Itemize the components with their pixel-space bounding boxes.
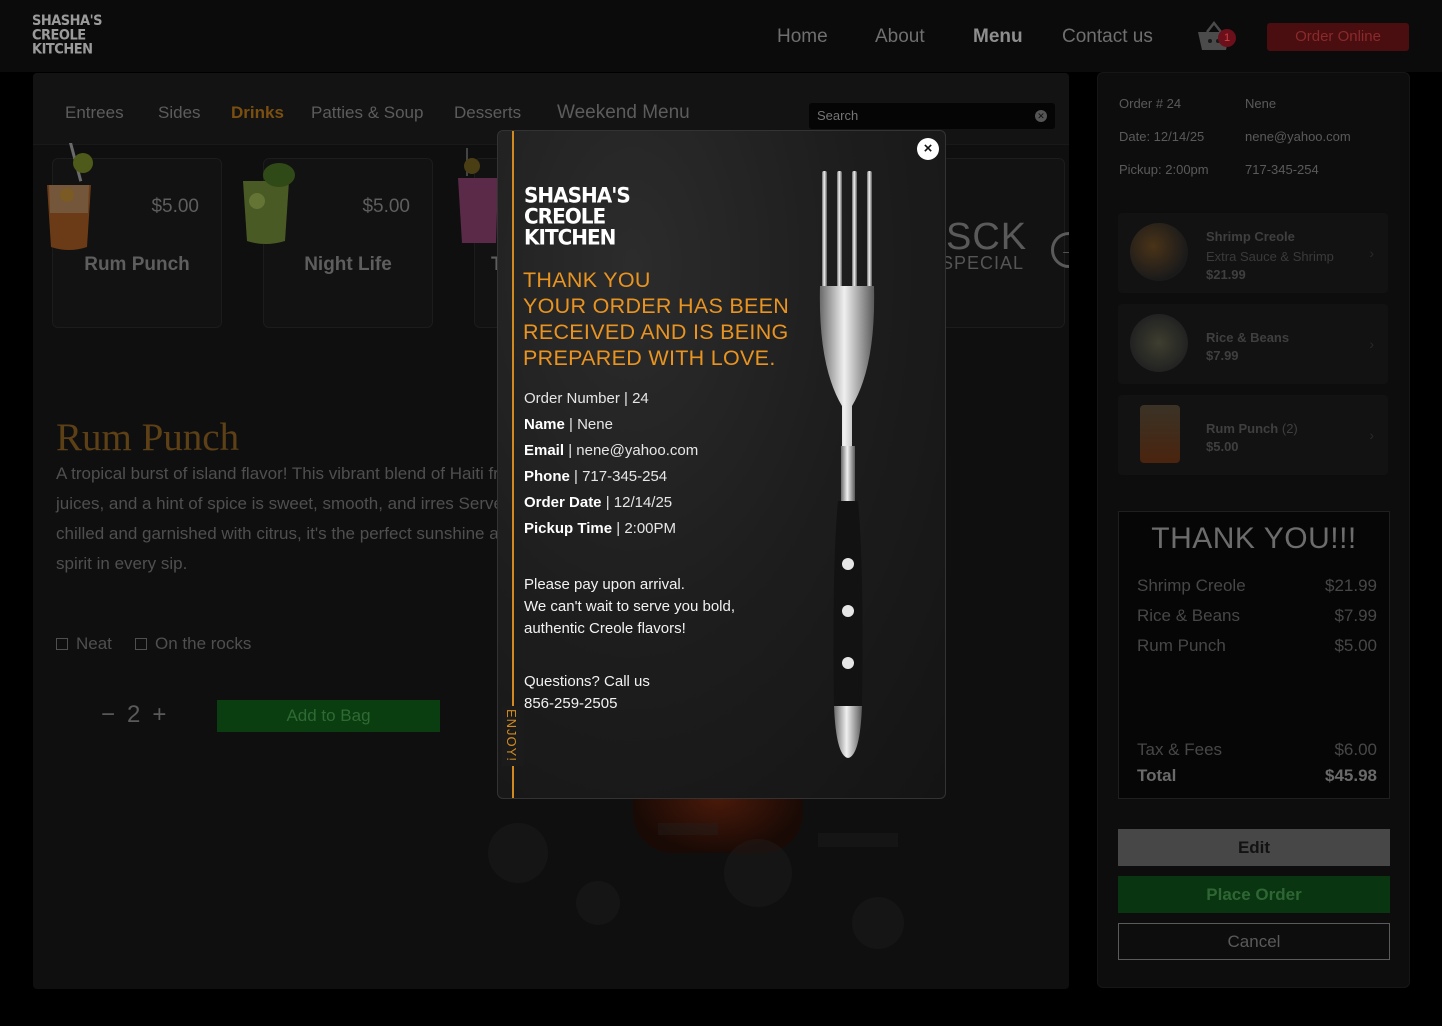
customer-phone: 717-345-254 (1245, 162, 1319, 177)
logo-line-1: SHASHA'S (32, 12, 102, 30)
option-label: Neat (76, 634, 112, 653)
order-date-row: Order Date | 12/14/25 (524, 494, 673, 511)
tab-drinks[interactable]: Drinks (231, 103, 284, 123)
receipt-tax: Tax & Fees $6.00 (1137, 740, 1377, 759)
search-input[interactable] (809, 103, 1029, 128)
tab-weekend-menu[interactable]: Weekend Menu (557, 102, 690, 124)
modal-logo-line-2: CREOLE (524, 203, 606, 229)
tab-entrees[interactable]: Entrees (65, 103, 124, 123)
receipt-line: Rum Punch $5.00 (1137, 636, 1377, 655)
close-icon[interactable]: × (917, 138, 939, 160)
receipt-title: THANK YOU!!! (1151, 522, 1357, 555)
chevron-right-icon[interactable]: › (1369, 427, 1374, 443)
nav-contact[interactable]: Contact us (1062, 26, 1153, 48)
background-pattern-image (488, 823, 904, 949)
cart-count-badge: 1 (1218, 29, 1236, 47)
nav-home[interactable]: Home (777, 26, 828, 48)
item-description: A tropical burst of island flavor! This … (56, 464, 518, 573)
receipt-line: Shrimp Creole $21.99 (1137, 576, 1377, 595)
item-title: Rum Punch (56, 416, 240, 459)
payment-note: Please pay upon arrival. We can't wait t… (524, 576, 736, 637)
card-price: $5.00 (362, 196, 410, 217)
modal-logo-line-1: SHASHA'S (524, 182, 631, 208)
order-number: Order # 24 (1119, 96, 1182, 111)
tab-sides[interactable]: Sides (158, 103, 201, 123)
brand-logo[interactable]: SHASHA'S CREOLE KITCHEN (32, 14, 102, 57)
nav-menu[interactable]: Menu (973, 26, 1023, 48)
customer-name: Nene (1245, 96, 1277, 111)
enjoy-tag: ENJOY! (502, 706, 524, 766)
accent-divider (512, 131, 514, 798)
quantity-value: 2 (127, 701, 141, 728)
questions-label: Questions? Call us (524, 673, 650, 690)
cart-item-name: Rice & Beans (1206, 330, 1290, 345)
contact-info: Questions? Call us 856-259-2505 (524, 671, 650, 715)
cart-item[interactable]: Shrimp Creole Extra Sauce & Shrimp $21.9… (1118, 213, 1388, 293)
chevron-right-icon[interactable]: › (1369, 245, 1374, 261)
add-to-bag-button[interactable]: Add to Bag (217, 700, 440, 732)
name-row: Name | Nene (524, 416, 613, 433)
pickup-time: Pickup: 2:00pm (1119, 162, 1209, 177)
third-drink-image (458, 148, 498, 243)
order-online-button[interactable]: Order Online (1267, 23, 1409, 51)
tab-patties-soup[interactable]: Patties & Soup (311, 103, 423, 123)
modal-logo: SHASHA'S CREOLE KITCHEN (524, 182, 631, 250)
order-sidebar: Order # 24 Nene Date: 12/14/25 nene@yaho… (1097, 72, 1410, 988)
rice-beans-image (1130, 314, 1188, 372)
chevron-right-icon[interactable]: › (1369, 336, 1374, 352)
clear-search-icon[interactable]: ✕ (1035, 110, 1047, 122)
option-label: On the rocks (155, 634, 252, 653)
cancel-button[interactable]: Cancel (1118, 923, 1390, 960)
cart-item-name: Rum Punch (2) (1206, 421, 1298, 436)
cart-item[interactable]: Rice & Beans $7.99 › (1118, 304, 1388, 384)
rum-punch-image (1140, 405, 1180, 463)
thank-you-message: THANK YOU YOUR ORDER HAS BEEN RECEIVED A… (523, 268, 790, 370)
cart-item[interactable]: Rum Punch (2) $5.00 › (1118, 395, 1388, 475)
call-number[interactable]: 856-259-2505 (524, 693, 650, 715)
special-card-subtitle: SPECIAL (941, 253, 1025, 273)
option-on-the-rocks[interactable]: On the rocks (135, 634, 251, 654)
order-date: Date: 12/14/25 (1119, 129, 1205, 144)
modal-logo-line-3: KITCHEN (524, 224, 616, 250)
receipt-summary: THANK YOU!!! Shrimp Creole $21.99 Rice & … (1118, 511, 1390, 799)
card-price: $5.00 (151, 196, 199, 217)
email-row: Email | nene@yahoo.com (524, 442, 699, 459)
card-name: Night Life (304, 254, 392, 275)
customer-email: nene@yahoo.com (1245, 129, 1351, 144)
search-box: ✕ (809, 103, 1055, 129)
order-number-row: Order Number | 24 (524, 390, 649, 407)
phone-row: Phone | 717-345-254 (524, 468, 668, 485)
site-header: SHASHA'S CREOLE KITCHEN Home About Menu … (0, 0, 1442, 72)
quantity-stepper: −2 + (95, 701, 172, 729)
fork-image (819, 171, 875, 758)
receipt-line: Rice & Beans $7.99 (1137, 606, 1377, 625)
receipt-total: Total $45.98 (1137, 766, 1377, 785)
logo-line-3: KITCHEN (32, 41, 93, 59)
edit-button[interactable]: Edit (1118, 829, 1390, 866)
logo-line-2: CREOLE (32, 27, 86, 44)
enjoy-text: ENJOY! (504, 709, 519, 762)
cart-item-price: $7.99 (1206, 348, 1239, 363)
card-name: Rum Punch (84, 254, 190, 275)
checkbox-icon[interactable] (56, 638, 68, 650)
option-neat[interactable]: Neat (56, 634, 112, 654)
pickup-time-row: Pickup Time | 2:00PM (524, 520, 677, 537)
order-confirmation-modal: ENJOY! SHASHA'S CREOLE KITCHEN THANK YOU… (497, 130, 946, 799)
tab-desserts[interactable]: Desserts (454, 103, 521, 123)
plus-icon[interactable]: + (152, 701, 166, 728)
place-order-button[interactable]: Place Order (1118, 876, 1390, 913)
cart-item-qty: (2) (1281, 421, 1298, 436)
shrimp-creole-image (1130, 223, 1188, 281)
cart-item-price: $5.00 (1206, 439, 1239, 454)
night-life-drink-image (243, 163, 295, 244)
cart-item-note: Extra Sauce & Shrimp (1206, 249, 1334, 264)
cart-item-price: $21.99 (1206, 267, 1246, 282)
minus-icon[interactable]: − (101, 701, 115, 728)
checkbox-icon[interactable] (135, 638, 147, 650)
cart-item-name: Shrimp Creole (1206, 229, 1295, 244)
nav-about[interactable]: About (875, 26, 925, 48)
rum-punch-drink-image (47, 143, 93, 250)
